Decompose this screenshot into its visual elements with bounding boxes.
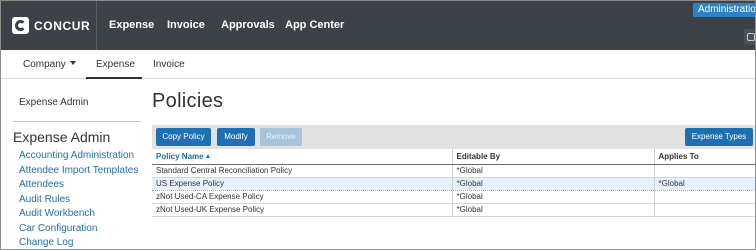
page-title: Policies xyxy=(152,90,224,112)
concur-logo[interactable]: CONCUR xyxy=(12,17,90,34)
remove-button[interactable]: Remove xyxy=(260,128,302,146)
column-header-applies-to[interactable]: Applies To xyxy=(654,149,755,165)
modify-button[interactable]: Modify xyxy=(217,128,255,146)
subnav-expense[interactable]: Expense xyxy=(96,59,135,70)
cell-policy-name: Standard Central Reconciliation Policy xyxy=(152,164,453,178)
cell-policy-name: US Expense Policy xyxy=(152,176,453,191)
sidebar-item-accounting-administration[interactable]: Accounting Administration xyxy=(19,149,138,164)
chevron-down-icon xyxy=(69,61,76,65)
topnav-approvals[interactable]: Approvals xyxy=(221,19,275,31)
sidebar-item-audit-workbench[interactable]: Audit Workbench xyxy=(19,207,138,222)
subnav-company-label: Company xyxy=(23,59,66,70)
sidebar-expense-admin-link[interactable]: Expense Admin xyxy=(19,97,89,108)
cell-applies-to xyxy=(654,190,755,204)
cell-editable-by: *Global xyxy=(452,203,655,217)
table-header-row: Policy Name Editable By Applies To xyxy=(152,149,755,165)
cell-editable-by: *Global xyxy=(452,164,655,178)
cell-editable-by: *Global xyxy=(452,190,655,204)
sidebar-link-list: Accounting Administration Attendee Impor… xyxy=(19,149,138,249)
sidebar: Expense Admin Expense Admin Accounting A… xyxy=(1,79,141,249)
topnav-app-center[interactable]: App Center xyxy=(285,19,344,31)
concur-logo-icon xyxy=(12,17,29,34)
sidebar-item-change-log[interactable]: Change Log xyxy=(19,236,138,249)
sidebar-item-attendees[interactable]: Attendees xyxy=(19,178,138,193)
subnav-invoice[interactable]: Invoice xyxy=(153,59,185,70)
subnav-company[interactable]: Company xyxy=(23,59,76,70)
cell-applies-to xyxy=(654,164,755,178)
sort-ascending-icon xyxy=(205,153,210,158)
table-row[interactable]: US Expense Policy *Global *Global xyxy=(152,176,755,191)
column-header-policy-name[interactable]: Policy Name xyxy=(152,149,453,165)
sidebar-item-attendee-import-templates[interactable]: Attendee Import Templates xyxy=(19,164,138,179)
app-window: CONCUR Expense Invoice Approvals App Cen… xyxy=(0,0,756,250)
top-navigation-bar: CONCUR Expense Invoice Approvals App Cen… xyxy=(1,1,755,50)
table-row[interactable]: Standard Central Reconciliation Policy *… xyxy=(152,164,755,178)
table-row[interactable]: zNot Used-CA Expense Policy *Global xyxy=(152,190,755,204)
policies-toolbar: Copy Policy Modify Remove Expense Types xyxy=(152,125,755,149)
scroll-handle-icon xyxy=(747,33,755,41)
policies-table: Policy Name Editable By Applies To Stand… xyxy=(152,149,755,217)
administration-menu-button[interactable]: Administration xyxy=(693,3,755,17)
copy-policy-button[interactable]: Copy Policy xyxy=(156,128,211,146)
cell-editable-by: *Global xyxy=(452,176,655,191)
column-header-label: Policy Name xyxy=(156,151,204,161)
logo-divider xyxy=(96,1,97,50)
sidebar-heading: Expense Admin xyxy=(13,129,111,145)
brand-name: CONCUR xyxy=(34,18,91,33)
sub-navigation-bar: Company Expense Invoice xyxy=(1,50,755,79)
cell-applies-to: *Global xyxy=(654,176,755,191)
expense-types-button[interactable]: Expense Types xyxy=(685,128,753,146)
sidebar-item-car-configuration[interactable]: Car Configuration xyxy=(19,222,138,237)
topnav-invoice[interactable]: Invoice xyxy=(167,19,205,31)
sidebar-item-audit-rules[interactable]: Audit Rules xyxy=(19,193,138,208)
table-row[interactable]: zNot Used-UK Expense Policy *Global xyxy=(152,203,755,217)
cell-policy-name: zNot Used-UK Expense Policy xyxy=(152,203,453,217)
cell-policy-name: zNot Used-CA Expense Policy xyxy=(152,190,453,204)
cell-applies-to xyxy=(654,203,755,217)
topnav-expense[interactable]: Expense xyxy=(109,19,154,31)
window-scroll-control[interactable] xyxy=(744,29,755,45)
column-header-editable-by[interactable]: Editable By xyxy=(452,149,655,165)
sidebar-divider xyxy=(13,121,141,122)
